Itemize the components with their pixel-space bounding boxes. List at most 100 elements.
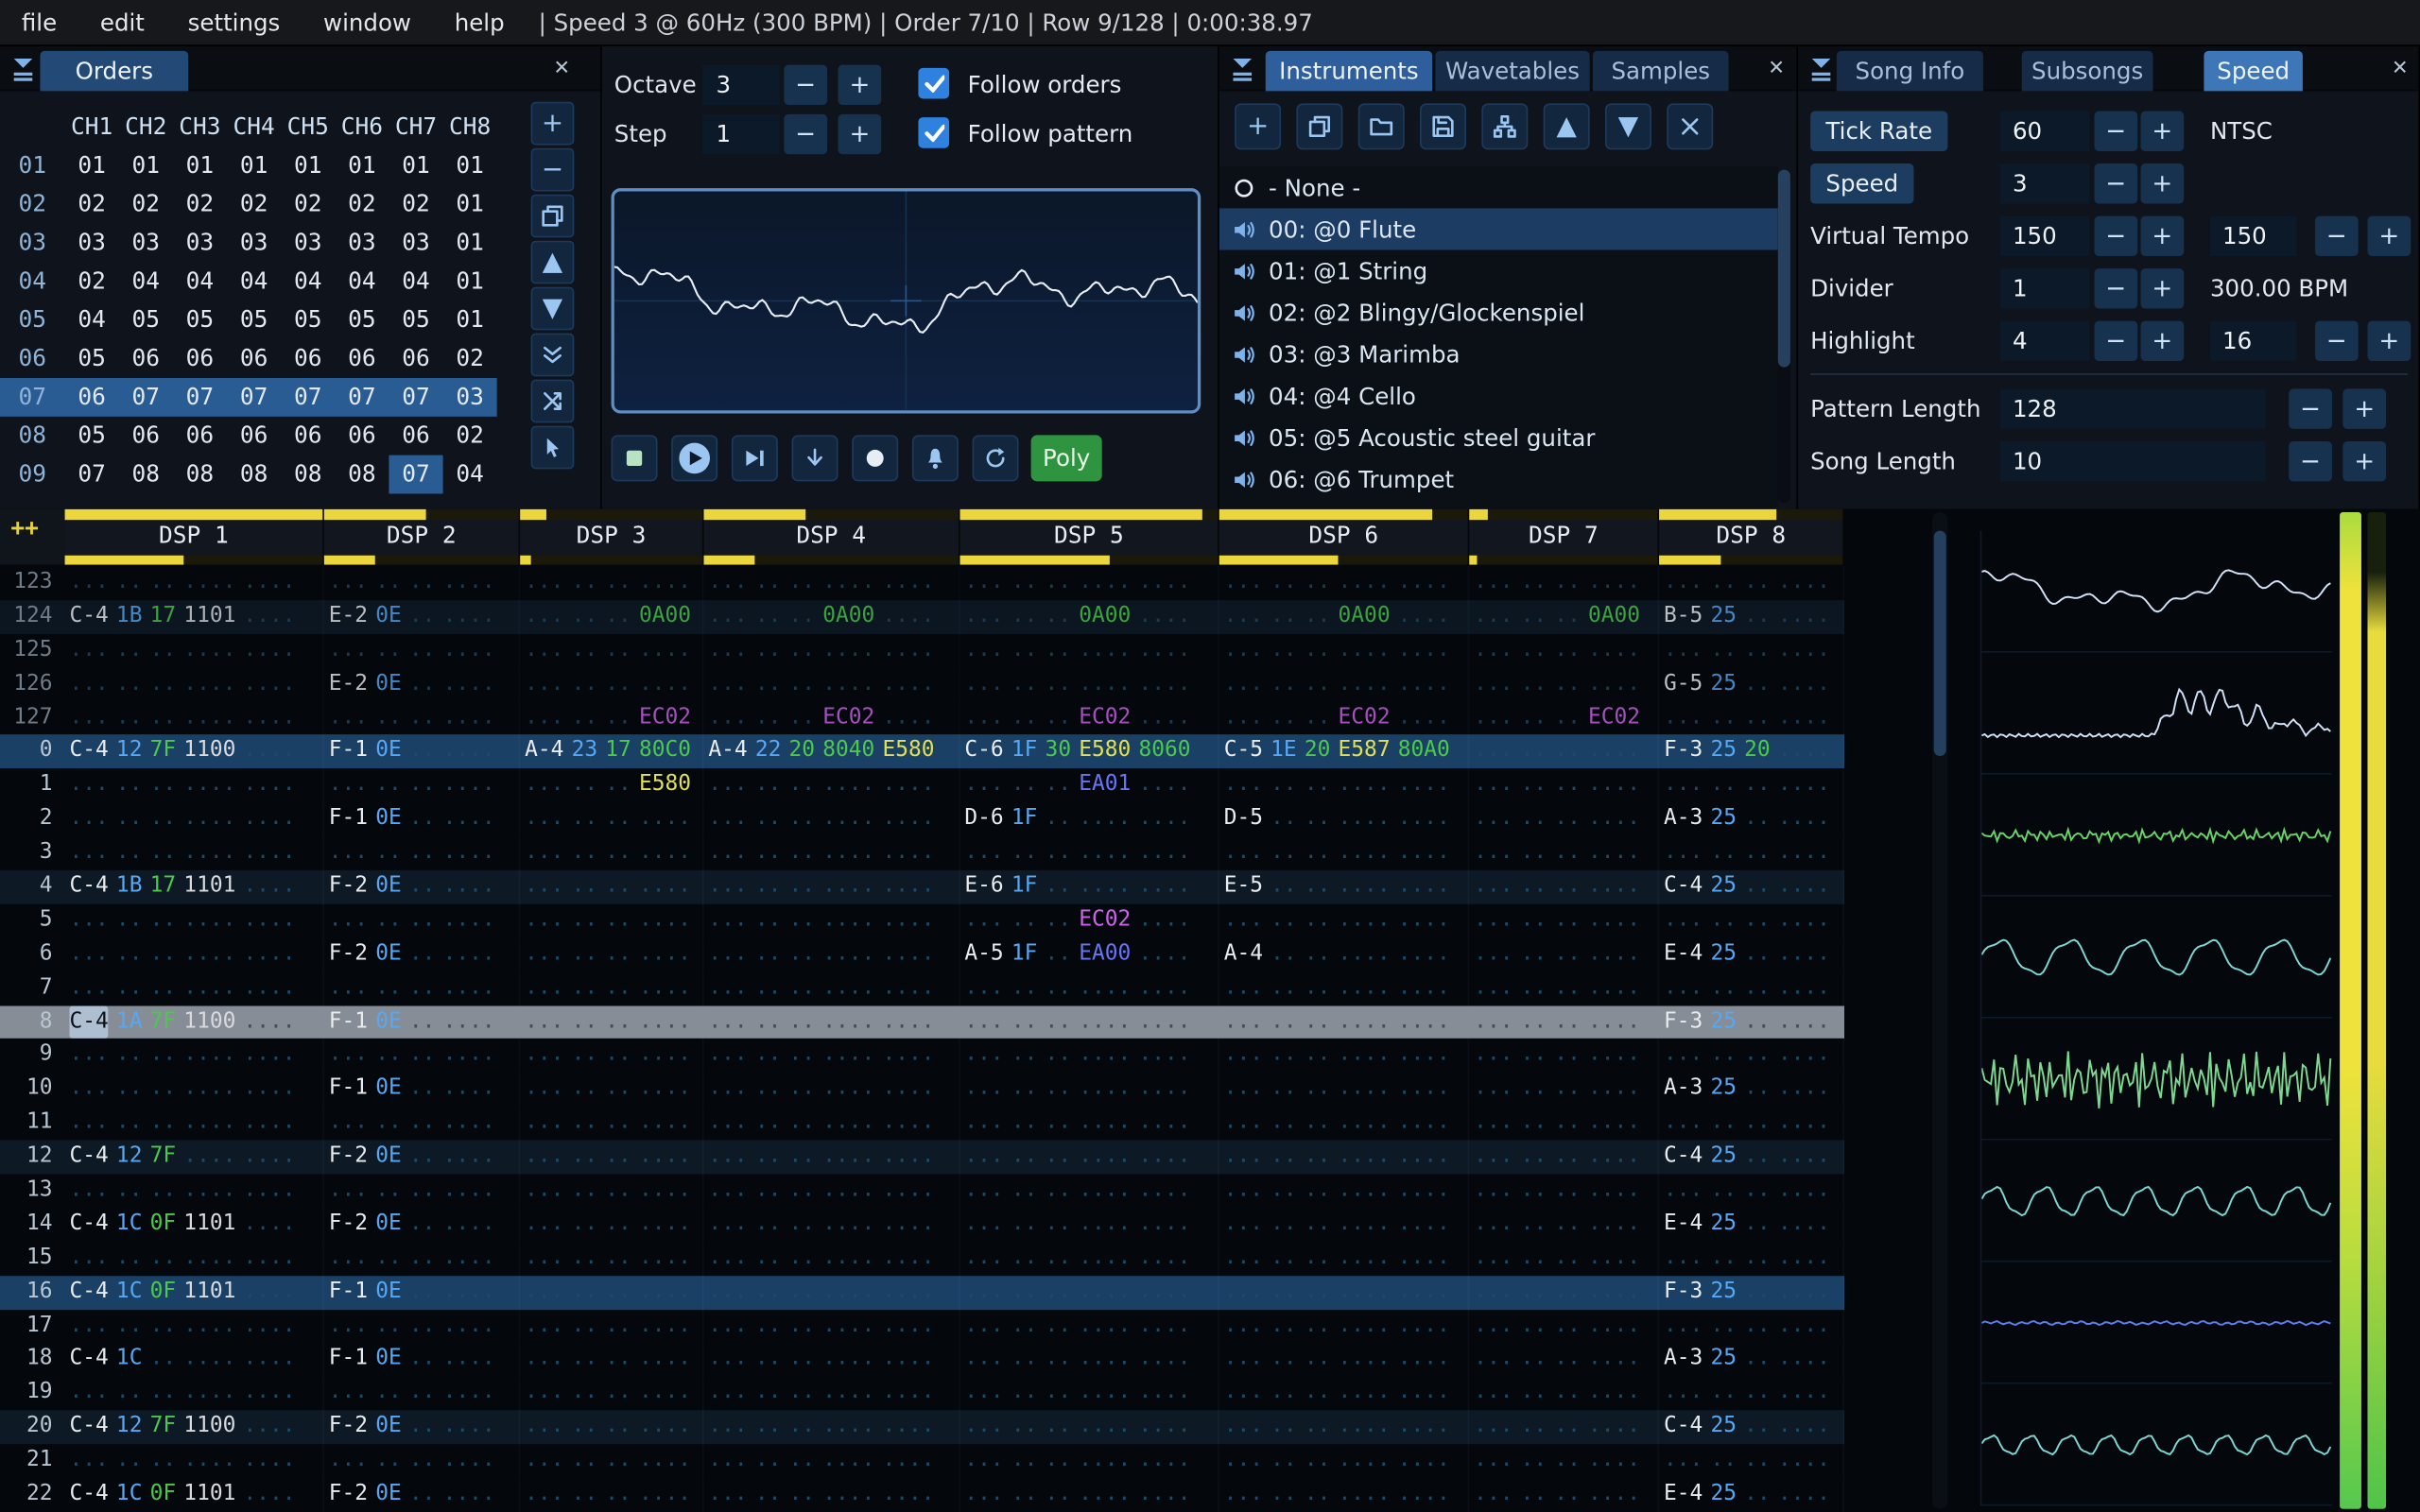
- pattern-cell[interactable]: ...........: [1469, 1309, 1660, 1344]
- order-cell[interactable]: 06: [119, 417, 173, 455]
- pattern-row[interactable]: 0 C-4 12 7F 1100.... F-1 0E...... A-4 23 17 80C0 A-…: [0, 734, 1845, 769]
- pattern-cell[interactable]: ...........: [1469, 1478, 1660, 1512]
- pattern-cell[interactable]: E-4 25......: [1659, 1478, 1845, 1512]
- order-cell[interactable]: 01: [65, 146, 119, 185]
- pattern-cell[interactable]: ...........: [520, 1410, 704, 1445]
- decrease-button[interactable]: −: [2094, 268, 2138, 309]
- pattern-cell[interactable]: A-4 22 20 8040 E580: [703, 734, 960, 769]
- decrease-button[interactable]: −: [2314, 320, 2359, 362]
- song-field-value[interactable]: 4: [1999, 320, 2090, 362]
- instrument-item[interactable]: 02: @2 Blingy/Glockenspiel: [1219, 292, 1778, 334]
- pattern-cell[interactable]: D-5............: [1219, 802, 1470, 837]
- pattern-cell[interactable]: ....... EC02....: [703, 701, 960, 735]
- octave-decrease-button[interactable]: −: [784, 64, 828, 106]
- pattern-cell[interactable]: F-1 0E......: [324, 1343, 521, 1377]
- pattern-row[interactable]: 7.......................................…: [0, 971, 1845, 1005]
- pattern-cell[interactable]: ...............: [1219, 1241, 1470, 1276]
- order-cell[interactable]: 05: [65, 339, 119, 378]
- order-cell[interactable]: 05: [119, 301, 173, 339]
- pattern-row[interactable]: 18 C-4 1C.......... F-1 0E..................…: [0, 1343, 1845, 1377]
- pattern-cell[interactable]: ...............: [1219, 566, 1470, 600]
- pattern-cell[interactable]: ...............: [703, 1343, 960, 1377]
- order-cell[interactable]: 01: [335, 146, 389, 185]
- pattern-cell[interactable]: ...........: [1659, 1241, 1845, 1276]
- panel-menu-icon[interactable]: [1227, 53, 1258, 84]
- order-cell[interactable]: 02: [119, 185, 173, 224]
- menu-window[interactable]: window: [302, 0, 433, 45]
- pattern-cell[interactable]: ...........: [1469, 566, 1660, 600]
- pattern-row[interactable]: 125.....................................…: [0, 633, 1845, 668]
- order-cell[interactable]: 07: [65, 455, 119, 494]
- pattern-cell[interactable]: C-4 12 7F........: [65, 1140, 324, 1175]
- pattern-cell[interactable]: ...............: [65, 836, 324, 870]
- pattern-cell[interactable]: E-4 25......: [1659, 937, 1845, 972]
- pattern-cell[interactable]: ...............: [65, 903, 324, 938]
- order-cell[interactable]: 01: [443, 263, 497, 301]
- toggle-folders-button[interactable]: [1481, 103, 1529, 150]
- instrument-item[interactable]: 03: @3 Marimba: [1219, 334, 1778, 375]
- order-cell[interactable]: 03: [227, 224, 281, 263]
- pattern-cell[interactable]: F-1 0E......: [324, 1005, 521, 1040]
- pattern-cell[interactable]: ...............: [1219, 1376, 1470, 1411]
- pattern-cell[interactable]: F-3 25......: [1659, 1275, 1845, 1310]
- pattern-cell[interactable]: ...............: [1219, 836, 1470, 870]
- tab-subsongs[interactable]: Subsongs: [2021, 50, 2153, 92]
- pattern-cell[interactable]: ...............: [703, 1107, 960, 1141]
- instrument-item[interactable]: 01: @1 String: [1219, 249, 1778, 291]
- play-pattern-button[interactable]: [731, 435, 778, 482]
- pattern-cell[interactable]: ...........: [520, 1107, 704, 1141]
- song-field-value[interactable]: 60: [1999, 111, 2090, 151]
- order-cell[interactable]: 02: [443, 339, 497, 378]
- pattern-row[interactable]: 13......................................…: [0, 1174, 1845, 1209]
- channel-header[interactable]: DSP 1: [64, 508, 324, 565]
- orders-row[interactable]: 04 02 04 04 04 04 04 04 01: [0, 263, 497, 301]
- pattern-cell[interactable]: ...........: [1469, 1005, 1660, 1040]
- pattern-cell[interactable]: ...............: [1219, 1275, 1470, 1310]
- order-cell[interactable]: 06: [65, 378, 119, 417]
- pattern-cell[interactable]: ...............: [960, 1343, 1219, 1377]
- order-cell[interactable]: 03: [119, 224, 173, 263]
- order-cell[interactable]: 02: [227, 185, 281, 224]
- pattern-cell[interactable]: C-4 1C..........: [65, 1343, 324, 1377]
- pattern-cell[interactable]: ...........: [520, 1140, 704, 1175]
- tab-samples[interactable]: Samples: [1592, 50, 1729, 92]
- pattern-scrollbar[interactable]: [1932, 512, 1948, 1509]
- pattern-cell[interactable]: C-4 1B 17 1101....: [65, 599, 324, 634]
- channel-header[interactable]: DSP 8: [1659, 508, 1845, 565]
- pattern-cell[interactable]: ...............: [703, 1039, 960, 1074]
- record-button[interactable]: [852, 435, 899, 482]
- pattern-cell[interactable]: ....... EC02: [1469, 701, 1660, 735]
- pattern-cell[interactable]: ...............: [65, 1376, 324, 1411]
- pattern-cell[interactable]: ...........: [1469, 633, 1660, 668]
- pattern-cell[interactable]: ...........: [1469, 971, 1660, 1005]
- order-cell[interactable]: 06: [227, 339, 281, 378]
- orders-row[interactable]: 02 02 02 02 02 02 02 02 01: [0, 185, 497, 224]
- pattern-cell[interactable]: ...........: [324, 971, 521, 1005]
- pattern-cell[interactable]: ...............: [960, 1174, 1219, 1209]
- pattern-cell[interactable]: A-3 25......: [1659, 802, 1845, 837]
- pattern-cell[interactable]: ...............: [960, 1410, 1219, 1445]
- pattern-cell[interactable]: ...............: [960, 1478, 1219, 1512]
- pattern-cell[interactable]: ...............: [703, 1275, 960, 1310]
- pattern-cell[interactable]: ...............: [960, 633, 1219, 668]
- scrollbar-thumb[interactable]: [1777, 169, 1790, 368]
- pattern-cell[interactable]: ...............: [703, 1444, 960, 1479]
- order-cell[interactable]: 03: [65, 224, 119, 263]
- decrease-button[interactable]: −: [2314, 215, 2359, 257]
- order-cell[interactable]: 03: [443, 378, 497, 417]
- order-cell[interactable]: 03: [281, 224, 335, 263]
- repeat-button[interactable]: [972, 435, 1019, 482]
- pattern-cell[interactable]: ...........: [1469, 1275, 1660, 1310]
- channel-header[interactable]: DSP 5: [959, 508, 1219, 565]
- pattern-cell[interactable]: ...............: [960, 971, 1219, 1005]
- pattern-cell[interactable]: ...............: [703, 1073, 960, 1108]
- pattern-cell[interactable]: ....... 0A00: [520, 599, 704, 634]
- pattern-row[interactable]: 22 C-4 1C 0F 1101.... F-2 0E..................…: [0, 1478, 1845, 1512]
- increase-button[interactable]: +: [2140, 163, 2185, 204]
- order-cell[interactable]: 04: [443, 455, 497, 494]
- tab-orders[interactable]: Orders: [40, 50, 189, 92]
- pattern-cell[interactable]: ...........: [520, 1005, 704, 1040]
- pattern-cell[interactable]: ...........: [1659, 1174, 1845, 1209]
- expand-channels-button[interactable]: ++: [0, 508, 65, 565]
- pattern-cell[interactable]: ....... 0A00....: [960, 599, 1219, 634]
